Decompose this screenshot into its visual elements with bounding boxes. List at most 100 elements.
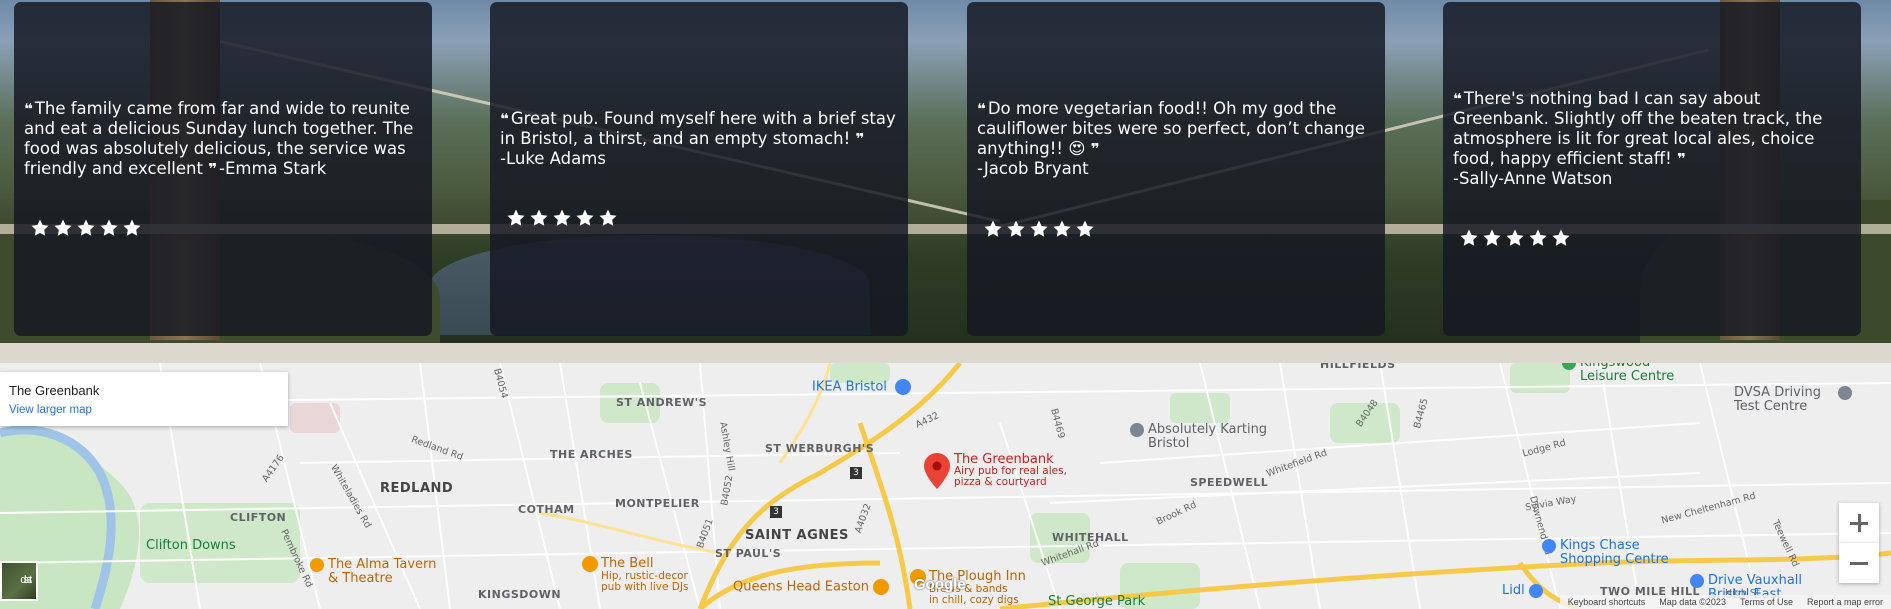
keyboard-shortcuts-link[interactable]: Keyboard shortcuts — [1568, 597, 1646, 607]
satellite-label-line: ds — [20, 574, 32, 586]
star-icon — [1075, 219, 1095, 239]
map-poi[interactable]: IKEA Bristol — [812, 379, 912, 395]
poi-label: Absolutely Karting Bristol — [1148, 422, 1268, 451]
poi-label: DVSA Driving Test Centre — [1734, 385, 1821, 414]
embedded-map[interactable]: HILLFIELDS ST ANDREW'S THE ARCHES REDLAN… — [0, 363, 1891, 609]
review-card: ❝ Great pub. Found myself here with a bri… — [490, 2, 908, 336]
bar-icon — [873, 579, 890, 595]
reviews-hero-background: ❝ The family came from far and wide to re… — [0, 0, 1891, 343]
map-poi[interactable]: Queens Head Easton — [733, 579, 890, 595]
review-text: There's nothing bad I can say about Gree… — [1453, 89, 1823, 168]
star-icon — [76, 218, 96, 238]
poi-label: Kings Chase Shopping Centre — [1560, 539, 1669, 567]
poi-label-line: Drive Vauxhall — [1708, 573, 1803, 588]
review-quote: ❝ Great pub. Found myself here with a bri… — [500, 109, 898, 169]
map-area-label: SAINT AGNES — [745, 528, 849, 543]
map-area-label: MONTPELIER — [615, 497, 700, 510]
map-area-label: ST PAUL'S — [715, 547, 782, 560]
poi-label: Kingswood Leisure Centre — [1580, 363, 1675, 384]
review-author: -Sally-Anne Watson — [1453, 169, 1613, 188]
star-icon — [1006, 219, 1026, 239]
review-text: Do more vegetarian food!! Oh my god the … — [977, 99, 1365, 158]
star-icon — [1482, 228, 1502, 248]
star-icon — [1505, 228, 1525, 248]
section-divider — [0, 343, 1891, 363]
map-poi[interactable]: Kings Chase Shopping Centre — [1542, 539, 1669, 567]
satellite-view-toggle[interactable]: st ds — [0, 561, 38, 601]
bar-icon — [582, 556, 598, 572]
review-quote: ❝ There's nothing bad I can say about Gre… — [1453, 89, 1851, 189]
star-rating — [983, 219, 1095, 243]
reviews-row: ❝ The family came from far and wide to re… — [0, 2, 1891, 336]
star-rating — [506, 208, 618, 232]
zoom-out-button[interactable] — [1839, 543, 1879, 583]
star-icon — [506, 208, 526, 228]
star-rating — [30, 218, 142, 242]
map-poi[interactable]: Lidl — [1502, 583, 1543, 598]
map-area-label: CLIFTON — [230, 511, 287, 524]
star-icon — [983, 219, 1003, 239]
close-quote-icon: ❞ — [208, 160, 217, 178]
shopping-bag-icon — [1542, 539, 1556, 553]
map-poi[interactable]: The Bell Hip, rustic-decor pub with live D… — [582, 556, 688, 593]
marker-label[interactable]: The Greenbank Airy pub for real ales, pi… — [954, 453, 1067, 488]
marker-description: pizza & courtyard — [954, 476, 1047, 488]
map-pin-icon — [1130, 423, 1144, 437]
star-icon — [122, 218, 142, 238]
open-quote-icon: ❝ — [500, 110, 509, 128]
map-poi[interactable]: Absolutely Karting Bristol — [1130, 423, 1268, 451]
review-author: -Emma Stark — [219, 159, 327, 178]
star-rating — [1459, 228, 1571, 252]
map-poi[interactable]: Clifton Downs — [146, 538, 236, 553]
poi-label-line: & Theatre — [328, 571, 393, 586]
open-quote-icon: ❝ — [977, 100, 986, 118]
review-quote: ❝ The family came from far and wide to re… — [24, 99, 422, 179]
view-larger-map-link[interactable]: View larger map — [9, 404, 92, 416]
poi-name: The Bell — [601, 556, 654, 571]
poi-description: pub with live DJs — [601, 581, 689, 593]
open-quote-icon: ❝ — [24, 100, 33, 118]
star-icon — [598, 208, 618, 228]
review-quote: ❝ Do more vegetarian food!! Oh my god the… — [977, 99, 1375, 179]
report-map-error-link[interactable]: Report a map error — [1807, 597, 1883, 607]
review-card: ❝ Do more vegetarian food!! Oh my god the… — [967, 2, 1385, 336]
road-number-shield: 3 — [850, 467, 862, 479]
review-text: Great pub. Found myself here with a brie… — [500, 109, 896, 148]
poi-description: in chill, cozy digs — [929, 594, 1019, 606]
map-pin-icon — [1838, 386, 1852, 400]
star-icon — [1528, 228, 1548, 248]
poi-label: The Bell Hip, rustic-decor pub with live D… — [601, 556, 688, 593]
map-area-label: REDLAND — [380, 481, 454, 496]
close-quote-icon: ❞ — [1676, 150, 1686, 168]
car-dealer-icon — [1690, 574, 1704, 588]
star-icon — [1459, 228, 1479, 248]
star-icon — [53, 218, 73, 238]
minus-icon — [1850, 554, 1868, 572]
map-poi[interactable]: St George Park — [1048, 594, 1145, 609]
map-poi[interactable]: Kingswood Leisure Centre — [1562, 363, 1690, 384]
leisure-icon — [1562, 363, 1576, 370]
star-icon — [575, 208, 595, 228]
map-marker-icon — [924, 453, 950, 489]
map-area-label: THE ARCHES — [550, 448, 633, 461]
star-icon — [1029, 219, 1049, 239]
star-icon — [1551, 228, 1571, 248]
terms-of-use-link[interactable]: Terms of Use — [1740, 597, 1793, 607]
map-area-label: SPEEDWELL — [1190, 476, 1269, 489]
map-poi[interactable]: The Alma Tavern & Theatre — [310, 558, 436, 586]
zoom-in-button[interactable] — [1839, 503, 1879, 543]
poi-label: Queens Head Easton — [733, 579, 869, 595]
review-author: -Jacob Bryant — [977, 159, 1089, 178]
map-area-label: HILLFIELDS — [1320, 363, 1396, 371]
location-marker[interactable] — [924, 453, 950, 493]
road-number-shield: 3 — [770, 506, 782, 518]
bar-icon — [310, 558, 324, 572]
close-quote-icon: ❞ — [1090, 140, 1100, 158]
poi-label-line: Shopping Centre — [1560, 552, 1669, 567]
map-area-label: ST WERBURGH'S — [765, 442, 875, 455]
map-info-card: The Greenbank View larger map — [0, 372, 288, 426]
close-quote-icon: ❞ — [855, 130, 864, 148]
review-author: -Luke Adams — [500, 149, 606, 168]
map-poi[interactable]: DVSA Driving Test Centre — [1734, 386, 1852, 414]
map-area-label: ST ANDREW'S — [616, 396, 708, 409]
